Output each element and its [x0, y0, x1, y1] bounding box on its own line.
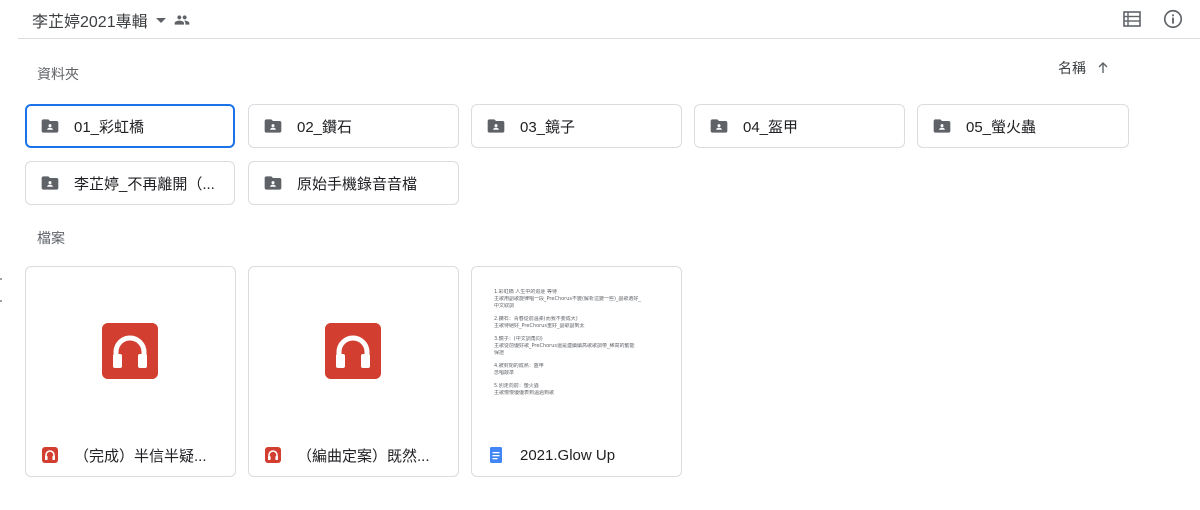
file-card[interactable]: （編曲定案）既然...: [248, 266, 459, 477]
file-name: （編曲定案）既然...: [297, 447, 430, 465]
google-docs-icon: [490, 447, 502, 463]
file-card[interactable]: 1.彩虹橋 人生中的追逐 等待 主歌用副歌旋律唱一段_PreChorus不變(解析…: [471, 266, 682, 477]
folder-name: 原始手機錄音音檔: [297, 175, 418, 193]
shared-folder-icon: [264, 176, 282, 190]
folder-name: 03_鏡子: [520, 118, 576, 136]
folder-name: 04_盔甲: [743, 118, 799, 136]
folder-item[interactable]: 原始手機錄音音檔: [248, 161, 459, 205]
document-preview-line: 主歌從前優好歌_PreChorus還是連續續高歌歌調帶_稀高的動能: [494, 343, 635, 349]
folder-title: 李芷婷2021專輯: [32, 14, 148, 31]
file-card[interactable]: （完成）半信半疑...: [25, 266, 236, 477]
file-thumbnail: [26, 267, 235, 427]
document-preview-line: 1.彩虹橋 人生中的追逐 等待: [494, 289, 557, 295]
document-preview-line: 2.鑽石：青春從前溫柔(而我不要成大): [494, 316, 578, 322]
folder-item[interactable]: 04_盔甲: [694, 104, 905, 148]
arrow-up-icon: [1098, 62, 1108, 73]
top-bar: 李芷婷2021專輯: [0, 0, 1200, 40]
folder-name: 02_鑽石: [297, 118, 353, 136]
document-preview-line: 主歌用副歌旋律唱一段_PreChorus不變(解析這變一些)_副歌選好_: [494, 296, 641, 302]
list-view-icon[interactable]: [1122, 9, 1142, 29]
files-section-label: 檔案: [37, 230, 65, 246]
folder-item[interactable]: 01_彩虹橋: [25, 104, 235, 148]
document-preview-line: 主歌待絕好_PreChorus重好_副歌副到太: [494, 323, 585, 329]
document-preview-line: 念唱敲準: [494, 370, 515, 376]
folder-name: 李芷婷_不再離開（...: [74, 175, 215, 193]
headphones-icon: [265, 447, 281, 463]
document-preview-line: 保證: [494, 350, 505, 356]
folder-item[interactable]: 05_螢火蟲: [917, 104, 1129, 148]
caret-down-icon: [155, 17, 166, 23]
folders-section-label: 資料夾: [37, 66, 79, 82]
file-footer: 2021.Glow Up: [472, 433, 681, 476]
file-thumbnail: [249, 267, 458, 427]
info-icon[interactable]: [1162, 8, 1184, 30]
shared-folder-icon: [41, 176, 59, 190]
document-preview-line: 4.被封閉的成熟：盔甲: [494, 363, 544, 369]
shared-folder-icon: [710, 119, 728, 133]
folder-title-dropdown[interactable]: 李芷婷2021專輯: [32, 8, 166, 32]
headphones-icon: [42, 447, 58, 463]
headphones-icon: [325, 323, 381, 379]
shared-folder-icon: [41, 119, 59, 133]
sidebar-edge-mark: [0, 278, 2, 280]
shared-folder-icon: [933, 119, 951, 133]
folder-name: 05_螢火蟲: [966, 118, 1037, 136]
document-preview-line: 主歌慢慢優優表到溫過到歌: [494, 390, 555, 396]
people-icon[interactable]: [174, 12, 190, 28]
folder-item[interactable]: 李芷婷_不再離開（...: [25, 161, 235, 205]
sidebar-edge-mark: [0, 300, 2, 302]
file-footer: （編曲定案）既然...: [249, 433, 458, 476]
file-name: （完成）半信半疑...: [74, 447, 207, 465]
document-preview-line: 3.鏡子：(中文調角同): [494, 336, 543, 342]
folder-item[interactable]: 03_鏡子: [471, 104, 682, 148]
folder-item[interactable]: 02_鑽石: [248, 104, 459, 148]
header-divider: [18, 38, 1200, 39]
document-preview-line: 中文取調: [494, 303, 515, 309]
shared-folder-icon: [487, 119, 505, 133]
headphones-icon: [102, 323, 158, 379]
document-preview-line: 5.別走向前：螢火蟲: [494, 383, 539, 389]
file-footer: （完成）半信半疑...: [26, 433, 235, 476]
file-name: 2021.Glow Up: [520, 446, 616, 464]
document-preview: 1.彩虹橋 人生中的追逐 等待 主歌用副歌旋律唱一段_PreChorus不變(解析…: [494, 289, 664, 429]
shared-folder-icon: [264, 119, 282, 133]
sort-by-name-button[interactable]: 名稱: [1058, 58, 1110, 78]
file-thumbnail: 1.彩虹橋 人生中的追逐 等待 主歌用副歌旋律唱一段_PreChorus不變(解析…: [472, 267, 681, 427]
sort-label: 名稱: [1058, 60, 1086, 76]
folder-name: 01_彩虹橋: [74, 118, 145, 136]
